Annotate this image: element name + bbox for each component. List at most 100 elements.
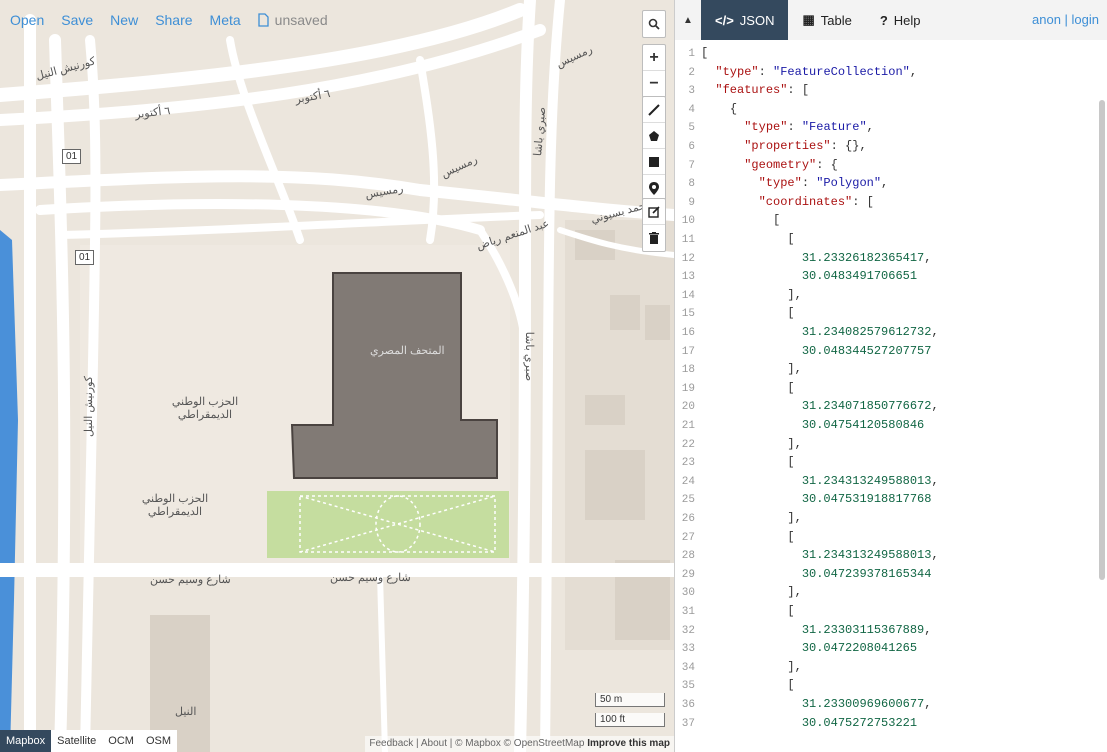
user-login[interactable]: anon | login <box>1032 0 1099 40</box>
code-line[interactable]: 31 [ <box>675 602 1107 621</box>
code-token: , <box>931 399 939 414</box>
code-line[interactable]: 11 [ <box>675 230 1107 249</box>
line-number: 37 <box>681 717 695 730</box>
line-number: 35 <box>681 680 695 693</box>
line-number: 33 <box>681 643 695 656</box>
code-line[interactable]: 29 30.047239378165344 <box>675 565 1107 584</box>
code-line[interactable]: 21 30.04754120580846 <box>675 416 1107 435</box>
code-line[interactable]: 26 ], <box>675 509 1107 528</box>
code-line[interactable]: 36 31.23300969600677, <box>675 695 1107 714</box>
search-icon[interactable] <box>643 11 665 37</box>
code-line[interactable]: 20 31.234071850776672, <box>675 397 1107 416</box>
draw-rectangle-icon[interactable] <box>643 149 665 175</box>
line-number: 17 <box>681 345 695 358</box>
code-line[interactable]: 24 31.234313249588013, <box>675 472 1107 491</box>
tab-help-label: Help <box>893 12 921 28</box>
new-button[interactable]: New <box>110 12 138 28</box>
code-token: [ <box>701 46 709 60</box>
tab-help[interactable]: ? Help <box>866 0 935 40</box>
code-line[interactable]: 5 "type": "Feature", <box>675 118 1107 137</box>
code-line[interactable]: 4 { <box>675 100 1107 119</box>
map-label: المتحف المصري <box>370 345 445 357</box>
code-token: , <box>924 697 932 711</box>
save-button[interactable]: Save <box>61 12 93 28</box>
draw-line-icon[interactable] <box>643 97 665 123</box>
layer-mapbox[interactable]: Mapbox <box>0 730 52 752</box>
zoom-in-icon[interactable]: + <box>643 45 665 71</box>
code-line[interactable]: 22 ], <box>675 435 1107 454</box>
collapse-icon[interactable]: ▲ <box>675 15 701 26</box>
code-line[interactable]: 2 "type": "FeatureCollection", <box>675 63 1107 82</box>
line-number: 12 <box>681 252 695 265</box>
code-line[interactable]: 35 [ <box>675 676 1107 695</box>
map-canvas[interactable]: كورنيش النيل ٦ أكتوبر ٦ أكتوبر رمسيس رمس… <box>0 0 674 752</box>
code-line[interactable]: 33 30.0472208041265 <box>675 639 1107 658</box>
code-line[interactable]: 9 "coordinates": [ <box>675 193 1107 212</box>
scale-imperial: 100 ft <box>595 713 665 727</box>
json-editor[interactable]: 1[2 "type": "FeatureCollection", 3 "featu… <box>675 40 1107 752</box>
file-status: unsaved <box>258 12 328 28</box>
line-number: 3 <box>688 85 695 98</box>
code-line[interactable]: 15 [ <box>675 304 1107 323</box>
code-line[interactable]: 37 30.0475272753221 <box>675 714 1107 733</box>
code-token: ], <box>787 287 802 302</box>
code-token: [ <box>787 604 795 618</box>
attribution: Feedback | About | © Mapbox © OpenStreet… <box>365 736 674 752</box>
code-line[interactable]: 10 [ <box>675 211 1107 230</box>
code-token: , <box>924 250 932 265</box>
code-line[interactable]: 8 "type": "Polygon", <box>675 174 1107 193</box>
code-line[interactable]: 14 ], <box>675 286 1107 305</box>
route-shield: 01 <box>62 149 82 164</box>
meta-button[interactable]: Meta <box>210 12 241 28</box>
draw-polygon-icon[interactable] <box>643 123 665 149</box>
code-line[interactable]: 32 31.23303115367889, <box>675 621 1107 640</box>
line-number: 28 <box>681 550 695 563</box>
share-button[interactable]: Share <box>155 12 192 28</box>
geocoder-control <box>642 10 666 38</box>
line-number: 19 <box>681 382 695 395</box>
code-line[interactable]: 7 "geometry": { <box>675 156 1107 175</box>
layer-satellite[interactable]: Satellite <box>51 730 102 752</box>
code-line[interactable]: 23 [ <box>675 453 1107 472</box>
code-line[interactable]: 30 ], <box>675 583 1107 602</box>
code-line[interactable]: 13 30.0483491706651 <box>675 267 1107 286</box>
code-line[interactable]: 19 [ <box>675 379 1107 398</box>
code-token: ], <box>787 511 802 525</box>
open-button[interactable]: Open <box>10 12 44 28</box>
attribution-links[interactable]: Feedback | About | © Mapbox © OpenStreet… <box>369 738 584 749</box>
code-line[interactable]: 3 "features": [ <box>675 81 1107 100</box>
code-token: 30.0475272753221 <box>801 715 918 730</box>
trash-icon[interactable] <box>643 225 665 251</box>
code-line[interactable]: 27 [ <box>675 528 1107 547</box>
code-line[interactable]: 1[ <box>675 44 1107 63</box>
code-line[interactable]: 28 31.234313249588013, <box>675 546 1107 565</box>
improve-map-link[interactable]: Improve this map <box>587 738 670 749</box>
code-token: 31.234313249588013 <box>801 548 932 563</box>
code-line[interactable]: 18 ], <box>675 360 1107 379</box>
code-line[interactable]: 17 30.048344527207757 <box>675 342 1107 361</box>
layer-ocm[interactable]: OCM <box>102 730 140 752</box>
line-number: 34 <box>681 661 695 674</box>
code-line[interactable]: 6 "properties": {}, <box>675 137 1107 156</box>
code-line[interactable]: 12 31.23326182365417, <box>675 249 1107 268</box>
layer-osm[interactable]: OSM <box>140 730 177 752</box>
code-line[interactable]: 25 30.047531918817768 <box>675 490 1107 509</box>
code-token: [ <box>787 232 795 246</box>
tab-table[interactable]: ▦ Table <box>788 0 865 40</box>
code-line[interactable]: 34 ], <box>675 658 1107 677</box>
edit-icon[interactable] <box>643 199 665 225</box>
tab-json[interactable]: </> JSON <box>701 0 789 40</box>
line-number: 10 <box>681 215 695 228</box>
code-line[interactable]: 16 31.234082579612732, <box>675 323 1107 342</box>
zoom-out-icon[interactable]: − <box>643 71 665 97</box>
